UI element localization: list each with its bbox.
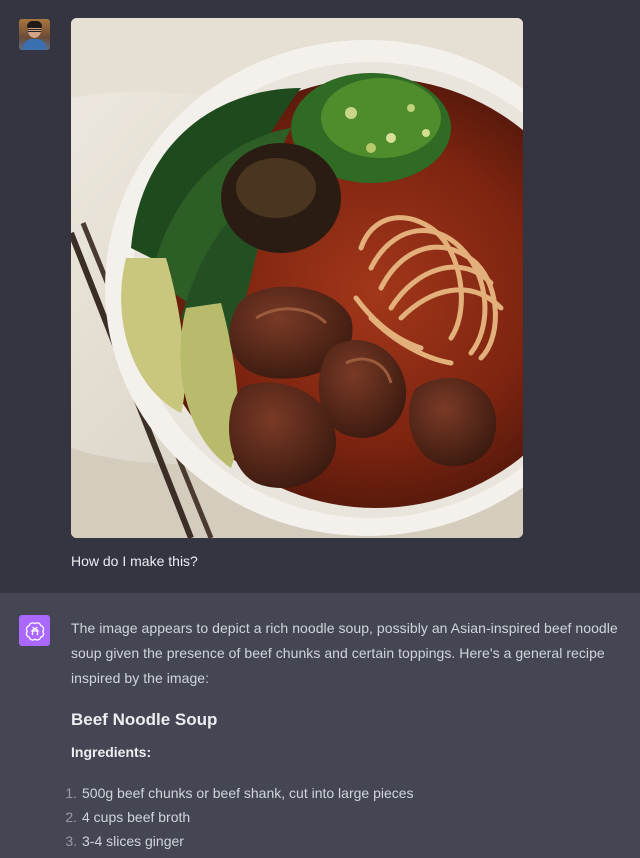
user-message: How do I make this? bbox=[0, 0, 640, 593]
list-item: 2. 4 cups beef broth bbox=[65, 809, 191, 825]
assistant-message: The image appears to depict a rich noodl… bbox=[0, 593, 640, 858]
assistant-intro-text: The image appears to depict a rich noodl… bbox=[71, 620, 618, 686]
user-avatar bbox=[19, 19, 50, 50]
ingredients-list: 1. 500g beef chunks or beef shank, cut in… bbox=[56, 781, 623, 853]
assistant-message-body: The image appears to depict a rich noodl… bbox=[65, 616, 623, 853]
list-item: 1. 500g beef chunks or beef shank, cut in… bbox=[65, 785, 414, 801]
recipe-title: Beef Noodle Soup bbox=[71, 710, 218, 729]
food-photo[interactable] bbox=[71, 18, 523, 538]
openai-logo-icon bbox=[19, 615, 50, 646]
list-item: 3. 3-4 slices ginger bbox=[65, 833, 184, 849]
ingredients-heading: Ingredients: bbox=[71, 744, 152, 760]
user-message-text: How do I make this? bbox=[71, 553, 198, 569]
